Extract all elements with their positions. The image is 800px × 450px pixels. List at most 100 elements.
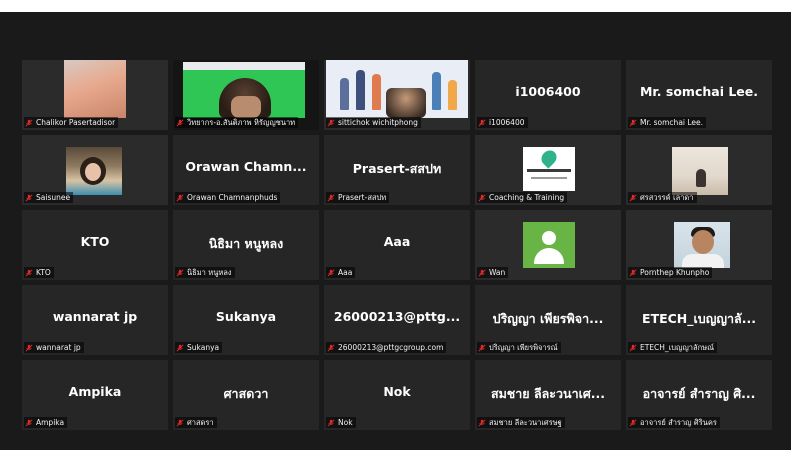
participant-tile[interactable]: ปริญญา เพียรพิจา... ปริญญา เพียรพิจารณ์: [475, 285, 621, 355]
participant-nameplate: Coaching & Training: [477, 192, 568, 203]
participant-name: Orawan Chamnanphuds: [187, 193, 278, 202]
participant-tile[interactable]: อาจารย์ สำราญ ศิ... อาจารย์ สำราญ ศิรินคร: [626, 360, 772, 430]
participant-name: Saisunee: [36, 193, 71, 202]
mic-muted-icon: [25, 418, 33, 427]
participant-tile[interactable]: Chalikor Pasertadisor: [22, 60, 168, 130]
mic-muted-icon: [478, 343, 486, 352]
video-feed: [674, 222, 730, 268]
mic-muted-icon: [176, 343, 184, 352]
participant-nameplate: sittichok wichitphong: [326, 117, 421, 128]
participant-nameplate: สมชาย ลีละวนาเศรษฐ: [477, 417, 565, 428]
meeting-stage: Chalikor Pasertadisor วิทยากร-อ.สันติภาพ …: [0, 12, 791, 450]
participant-display-name: wannarat jp: [52, 309, 138, 324]
participant-name: Mr. somchai Lee.: [640, 118, 704, 127]
mic-muted-icon: [327, 418, 335, 427]
participant-nameplate: Nok: [326, 417, 356, 428]
video-feed: [66, 147, 122, 195]
participant-nameplate: wannarat jp: [24, 342, 84, 353]
participant-display-name: สมชาย ลีละวนาเศ...: [490, 386, 606, 401]
participant-nameplate: Ampika: [24, 417, 68, 428]
participant-tile[interactable]: Orawan Chamn... Orawan Chamnanphuds: [173, 135, 319, 205]
mic-muted-icon: [25, 268, 33, 277]
participant-name: KTO: [36, 268, 51, 277]
participant-nameplate: Mr. somchai Lee.: [628, 117, 707, 128]
participant-tile[interactable]: ศาสดวาศาสดรา: [173, 360, 319, 430]
participant-name: Nok: [338, 418, 353, 427]
participant-display-name: ศาสดวา: [223, 386, 269, 401]
participant-tile[interactable]: Saisunee: [22, 135, 168, 205]
participant-display-name: ETECH_เบญญาลั...: [642, 311, 756, 326]
participant-tile[interactable]: Sukanya Sukanya: [173, 285, 319, 355]
participant-name: sittichok wichitphong: [338, 118, 418, 127]
participant-tile[interactable]: Prasert-สสปท Prasert-สสปท: [324, 135, 470, 205]
participant-tile[interactable]: สมชาย ลีละวนาเศ... สมชาย ลีละวนาเศรษฐ: [475, 360, 621, 430]
participant-display-name: ปริญญา เพียรพิจา...: [492, 311, 604, 326]
participant-nameplate: ปริญญา เพียรพิจารณ์: [477, 342, 561, 353]
participant-nameplate: ศาสดรา: [175, 417, 217, 428]
participant-name: Chalikor Pasertadisor: [36, 118, 116, 127]
participant-nameplate: KTO: [24, 267, 54, 278]
participant-tile[interactable]: นิธิมา หนูหลง นิธิมา หนูหลง: [173, 210, 319, 280]
participant-name: 26000213@pttgcgroup.com: [338, 343, 444, 352]
participant-tile[interactable]: Nok Nok: [324, 360, 470, 430]
mic-muted-icon: [25, 193, 33, 202]
mic-muted-icon: [478, 118, 486, 127]
participant-tile[interactable]: Wan: [475, 210, 621, 280]
participant-display-name: 26000213@pttg...: [333, 309, 461, 324]
video-feed: [64, 60, 126, 118]
participant-display-name: Nok: [383, 384, 411, 399]
participant-display-name: นิธิมา หนูหลง: [208, 236, 284, 251]
mic-muted-icon: [25, 118, 33, 127]
mic-muted-icon: [629, 268, 637, 277]
participant-tile[interactable]: wannarat jp wannarat jp: [22, 285, 168, 355]
participant-tile[interactable]: ETECH_เบญญาลั... ETECH_เบญญาลักษณ์: [626, 285, 772, 355]
mic-muted-icon: [25, 343, 33, 352]
participant-tile[interactable]: 26000213@pttg... 26000213@pttgcgroup.com: [324, 285, 470, 355]
default-avatar-icon: [523, 222, 575, 268]
participant-nameplate: นิธิมา หนูหลง: [175, 267, 235, 278]
video-feed: [672, 147, 728, 195]
mic-muted-icon: [327, 193, 335, 202]
participant-tile[interactable]: Coaching & Training: [475, 135, 621, 205]
participant-nameplate: Pornthep Khunpho: [628, 267, 713, 278]
participant-name: Sukanya: [187, 343, 220, 352]
participant-name: วิทยากร-อ.สันติภาพ หิรัญญชนาท: [187, 118, 296, 127]
participant-tile[interactable]: KTO KTO: [22, 210, 168, 280]
participant-nameplate: Saisunee: [24, 192, 74, 203]
mic-muted-icon: [176, 193, 184, 202]
participant-name: Ampika: [36, 418, 65, 427]
participant-tile[interactable]: วิทยากร-อ.สันติภาพ หิรัญญชนาท: [173, 60, 319, 130]
participant-tile[interactable]: Mr. somchai Lee. Mr. somchai Lee.: [626, 60, 772, 130]
participant-display-name: Aaa: [383, 234, 411, 249]
participant-display-name: Ampika: [68, 384, 122, 399]
participant-name: Pornthep Khunpho: [640, 268, 710, 277]
mic-muted-icon: [629, 418, 637, 427]
participant-display-name: Sukanya: [215, 309, 277, 324]
participant-tile[interactable]: Pornthep Khunpho: [626, 210, 772, 280]
participant-name: wannarat jp: [36, 343, 81, 352]
mic-muted-icon: [327, 118, 335, 127]
participant-tile[interactable]: ศรสวรรค์ เลาดา: [626, 135, 772, 205]
participant-display-name: i1006400: [515, 84, 581, 99]
participant-nameplate: Sukanya: [175, 342, 223, 353]
participant-tile[interactable]: sittichok wichitphong: [324, 60, 470, 130]
participant-name: นิธิมา หนูหลง: [187, 268, 232, 277]
participant-name: ศรสวรรค์ เลาดา: [640, 193, 694, 202]
participant-tile[interactable]: Aaa Aaa: [324, 210, 470, 280]
participant-display-name: KTO: [80, 234, 110, 249]
participant-nameplate: ศรสวรรค์ เลาดา: [628, 192, 697, 203]
participant-nameplate: ETECH_เบญญาลักษณ์: [628, 342, 718, 353]
participant-tile[interactable]: i1006400 i1006400: [475, 60, 621, 130]
participant-nameplate: Wan: [477, 267, 509, 278]
mic-muted-icon: [478, 193, 486, 202]
participant-tile[interactable]: Ampika Ampika: [22, 360, 168, 430]
mic-muted-icon: [629, 343, 637, 352]
participant-name: ETECH_เบญญาลักษณ์: [640, 343, 715, 352]
mic-muted-icon: [478, 268, 486, 277]
participant-nameplate: Orawan Chamnanphuds: [175, 192, 281, 203]
participant-name: สมชาย ลีละวนาเศรษฐ: [489, 418, 562, 427]
mic-muted-icon: [327, 268, 335, 277]
gallery-view: Chalikor Pasertadisor วิทยากร-อ.สันติภาพ …: [22, 60, 772, 430]
participant-name: ปริญญา เพียรพิจารณ์: [489, 343, 558, 352]
mic-muted-icon: [176, 118, 184, 127]
